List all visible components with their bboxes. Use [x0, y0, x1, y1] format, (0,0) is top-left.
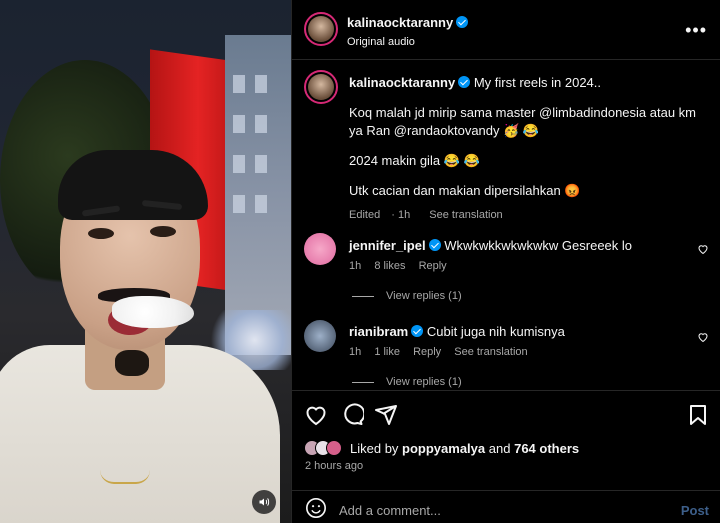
verified-badge-icon [456, 16, 469, 28]
caption-line-2: Koq malah jd mirip sama master @limbadin… [349, 105, 697, 138]
see-translation-link[interactable]: See translation [454, 346, 527, 358]
sound-toggle-button[interactable] [252, 490, 276, 514]
commenter-avatar[interactable] [304, 233, 336, 265]
caption: kalinaocktaranny My first reels in 2024.… [349, 74, 699, 224]
liked-by-user[interactable]: poppyamalya [402, 441, 485, 456]
action-bar [292, 390, 720, 436]
caption-line-1: My first reels in 2024.. [473, 75, 601, 90]
eye-left [88, 228, 114, 239]
view-replies-button[interactable]: View replies (1) [352, 290, 462, 302]
caption-meta: Edited · 1h See translation [349, 206, 699, 224]
comments-section: kalinaocktaranny My first reels in 2024.… [292, 61, 720, 390]
caption-line-3: 2024 makin gila 😂 😂 [349, 153, 480, 168]
post-comment-button[interactable]: Post [681, 503, 709, 518]
eye-right [150, 226, 176, 237]
comment-text: Cubit juga nih kumisnya [426, 324, 565, 339]
reply-button[interactable]: Reply [413, 346, 441, 358]
comment-username[interactable]: rianibram [349, 324, 408, 339]
post-header: kalinaocktaranny Original audio ••• [292, 0, 720, 60]
share-paper-plane-icon[interactable] [374, 403, 398, 427]
like-comment-heart-icon[interactable] [697, 331, 709, 343]
add-comment-bar: Add a comment... Post [292, 490, 720, 523]
comment-username[interactable]: jennifer_ipel [349, 238, 426, 253]
reel-video[interactable] [0, 0, 291, 523]
view-replies-button[interactable]: View replies (1) [352, 376, 462, 388]
background-building [225, 35, 291, 355]
comment-time: 1h [349, 346, 362, 358]
necklace [100, 470, 150, 484]
see-translation-link[interactable]: See translation [429, 209, 502, 221]
comment-meta: 1h 8 likes Reply [349, 260, 689, 272]
comment-item: jennifer_ipel Wkwkwkkwkwkwkw Gesreeek lo… [349, 238, 689, 272]
add-comment-input[interactable]: Add a comment... [339, 503, 441, 518]
comment-time: 1h [349, 260, 362, 272]
speaker-icon [259, 498, 270, 506]
verified-badge-icon [428, 239, 441, 251]
likes-and: and [488, 440, 511, 456]
comment-likes[interactable]: 1 like [374, 346, 400, 358]
emoji-icon[interactable] [305, 497, 327, 519]
save-bookmark-icon[interactable] [686, 403, 710, 427]
author-avatar[interactable] [304, 12, 338, 46]
author-username[interactable]: kalinaocktaranny [347, 15, 453, 30]
comment-item: rianibram Cubit juga nih kumisnya 1h 1 l… [349, 324, 689, 358]
goatee [115, 350, 149, 376]
like-comment-heart-icon[interactable] [697, 243, 709, 255]
hair [58, 150, 208, 220]
commenter-avatar[interactable] [304, 320, 336, 352]
caption-username[interactable]: kalinaocktaranny [349, 75, 455, 90]
comment-text: Wkwkwkkwkwkwkw Gesreeek lo [444, 238, 633, 253]
more-options-icon[interactable]: ••• [685, 20, 707, 41]
liked-by-label: Liked by [350, 440, 399, 456]
reply-button[interactable]: Reply [419, 260, 447, 272]
post-timestamp[interactable]: 2 hours ago [305, 460, 363, 472]
likes-count-link[interactable]: 764 others [514, 441, 579, 456]
verified-badge-icon [411, 325, 424, 337]
edited-label: Edited · 1h [349, 209, 411, 221]
comment-likes[interactable]: 8 likes [374, 260, 405, 272]
comment-meta: 1h 1 like Reply See translation [349, 346, 689, 358]
post-panel: kalinaocktaranny Original audio ••• kali… [291, 0, 720, 523]
comment-bubble-icon[interactable] [340, 403, 364, 427]
author-info: kalinaocktaranny Original audio [347, 14, 469, 48]
likes-summary: Liked by poppyamalya and 764 others [304, 438, 704, 458]
audio-link[interactable]: Original audio [347, 36, 468, 48]
like-heart-icon[interactable] [304, 403, 328, 427]
caption-avatar[interactable] [304, 70, 338, 104]
liker-avatar [326, 440, 342, 456]
verified-badge-icon [458, 76, 471, 88]
whipped-cream [112, 296, 194, 328]
caption-line-4: Utk cacian dan makian dipersilahkan 😡 [349, 183, 581, 198]
